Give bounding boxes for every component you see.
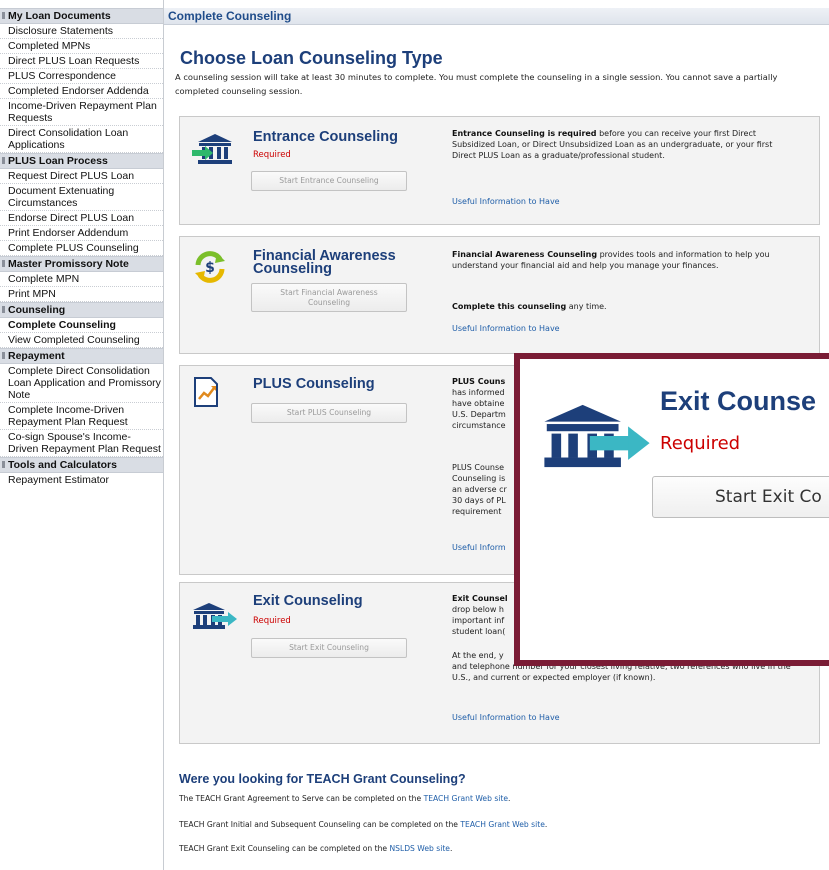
financial-description-2-bold: Complete this counseling [452,302,567,311]
sidebar-section-my-loan-documents: My Loan Documents [0,8,163,24]
sidebar-item-consolidation-application[interactable]: Complete Direct Consolidation Loan Appli… [0,364,163,403]
sidebar-item-idr-plan-request[interactable]: Complete Income-Driven Repayment Plan Re… [0,403,163,430]
teach-line-3-text: TEACH Grant Exit Counseling can be compl… [179,844,390,853]
start-exit-counseling-button[interactable]: Start Exit Counseling [251,638,407,658]
page-title: Choose Loan Counseling Type [180,48,443,68]
plus-desc-line-2: have obtaine [452,399,505,408]
entrance-counseling-card: Entrance Counseling Required Start Entra… [179,116,820,225]
intro-text: A counseling session will take at least … [175,72,778,96]
entrance-description-bold: Entrance Counseling is required [452,129,597,138]
sidebar-section-tools-and-calculators: Tools and Calculators [0,457,163,473]
sidebar-item-completed-endorser-addenda[interactable]: Completed Endorser Addenda [0,84,163,99]
start-financial-awareness-button[interactable]: Start Financial Awareness Counseling [251,283,407,312]
financial-description-2: Complete this counseling any time. [452,301,797,312]
plus-desc-line-4: circumstance [452,421,506,430]
exit-description-bold: Exit Counsel [452,594,508,603]
financial-description: Financial Awareness Counseling provides … [452,249,797,271]
start-plus-counseling-button[interactable]: Start PLUS Counseling [251,403,407,423]
teach-section-title: Were you looking for TEACH Grant Counsel… [179,772,466,786]
teach-line-agreement: The TEACH Grant Agreement to Serve can b… [179,794,510,803]
exit-counseling-title: Exit Counseling [253,593,363,609]
teach-grant-web-site-link-1[interactable]: TEACH Grant Web site [424,794,508,803]
sidebar-item-consolidation-applications[interactable]: Direct Consolidation Loan Applications [0,126,163,153]
teach-line-exit: TEACH Grant Exit Counseling can be compl… [179,844,452,853]
page-header-title: Complete Counseling [168,9,292,23]
plus-description-bold: PLUS Couns [452,377,506,386]
page-header-bar: Complete Counseling [164,8,829,25]
sidebar-item-complete-plus-counseling[interactable]: Complete PLUS Counseling [0,241,163,256]
sidebar: My Loan Documents Disclosure Statements … [0,8,163,487]
plus-useful-info-link[interactable]: Useful Inform [452,543,506,552]
entrance-counseling-title: Entrance Counseling [253,129,399,145]
zoom-exit-counseling-title: Exit Counse [660,386,817,416]
sidebar-section-repayment: Repayment [0,348,163,364]
nslds-web-site-link[interactable]: NSLDS Web site [389,844,450,853]
sidebar-section-counseling: Counseling [0,302,163,318]
exit-useful-info-link[interactable]: Useful Information to Have [452,713,560,722]
sidebar-item-complete-counseling[interactable]: Complete Counseling [0,318,163,333]
financial-awareness-card: $ Financial Awareness Counseling Start F… [179,236,820,354]
zoom-start-exit-counseling-button[interactable]: Start Exit Co [652,476,829,518]
teach-line-2-period: . [544,820,548,829]
plus-desc-line-1: has informed [452,388,505,397]
financial-description-bold: Financial Awareness Counseling [452,250,598,259]
plus-desc2-line-5: requirement [452,507,502,516]
sidebar-item-print-mpn[interactable]: Print MPN [0,287,163,302]
bank-arrow-in-icon [192,133,238,169]
sidebar-item-plus-correspondence[interactable]: PLUS Correspondence [0,69,163,84]
svg-text:$: $ [205,260,215,276]
sidebar-item-repayment-estimator[interactable]: Repayment Estimator [0,473,163,487]
plus-counseling-title: PLUS Counseling [253,376,375,392]
exit-required-label: Required [253,616,291,626]
sidebar-item-print-endorser-addendum[interactable]: Print Endorser Addendum [0,226,163,241]
plus-desc2-line-2: Counseling is [452,474,506,483]
zoom-required-label: Required [660,433,741,454]
sidebar-section-plus-loan-process: PLUS Loan Process [0,153,163,169]
financial-description-2-rest: any time. [566,302,607,311]
sidebar-section-master-promissory-note: Master Promissory Note [0,256,163,272]
sidebar-item-document-extenuating-circumstances[interactable]: Document Extenuating Circumstances [0,184,163,211]
sidebar-item-completed-mpns[interactable]: Completed MPNs [0,39,163,54]
dollar-cycle-icon: $ [193,250,227,288]
sidebar-item-idr-plan-requests[interactable]: Income-Driven Repayment Plan Requests [0,99,163,126]
teach-line-2-text: TEACH Grant Initial and Subsequent Couns… [179,820,461,829]
financial-useful-info-link[interactable]: Useful Information to Have [452,324,560,333]
exit-counseling-zoom-callout: Exit Counse Required Start Exit Co [514,353,829,666]
teach-line-3-period: . [449,844,453,853]
sidebar-divider [163,0,164,870]
sidebar-item-complete-mpn[interactable]: Complete MPN [0,272,163,287]
entrance-useful-info-link[interactable]: Useful Information to Have [452,197,560,206]
teach-line-initial: TEACH Grant Initial and Subsequent Couns… [179,820,547,829]
start-entrance-counseling-button[interactable]: Start Entrance Counseling [251,171,407,191]
teach-grant-web-site-link-2[interactable]: TEACH Grant Web site [460,820,544,829]
sidebar-item-direct-plus-loan-requests[interactable]: Direct PLUS Loan Requests [0,54,163,69]
sidebar-item-cosign-spouse-idr[interactable]: Co-sign Spouse's Income-Driven Repayment… [0,430,163,457]
entrance-description: Entrance Counseling is required before y… [452,128,797,161]
exit-desc-line-2: important inf [452,616,505,625]
sidebar-item-disclosure-statements[interactable]: Disclosure Statements [0,24,163,39]
bank-arrow-out-icon-large [542,401,652,475]
sidebar-item-view-completed-counseling[interactable]: View Completed Counseling [0,333,163,348]
sidebar-item-request-direct-plus-loan[interactable]: Request Direct PLUS Loan [0,169,163,184]
plus-desc2-line-1: PLUS Counse [452,463,505,472]
exit-desc-line-3: student loan( [452,627,506,636]
exit-desc-line-1: drop below h [452,605,504,614]
teach-line-1-text: The TEACH Grant Agreement to Serve can b… [179,794,424,803]
teach-line-1-period: . [508,794,511,803]
plus-desc-line-3: U.S. Departm [452,410,506,419]
exit-desc2-line-1: At the end, y [452,651,504,660]
bank-arrow-out-icon [192,602,238,634]
plus-desc2-line-4: 30 days of PL [452,496,506,505]
entrance-required-label: Required [253,150,291,160]
sidebar-item-endorse-direct-plus-loan[interactable]: Endorse Direct PLUS Loan [0,211,163,226]
plus-desc2-line-3: an adverse cr [452,485,507,494]
chart-document-icon [193,377,219,411]
financial-awareness-title: Financial Awareness Counseling [253,248,396,277]
